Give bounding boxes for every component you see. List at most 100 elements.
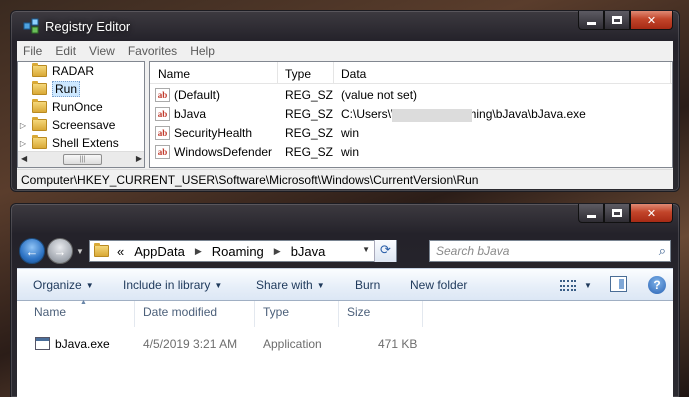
folder-icon: [32, 99, 47, 113]
include-in-library-button[interactable]: Include in library ▼: [123, 278, 222, 292]
breadcrumb-appdata[interactable]: AppData: [134, 244, 185, 259]
column-divider[interactable]: [277, 62, 278, 84]
column-type[interactable]: Type: [263, 305, 289, 319]
column-divider[interactable]: [338, 301, 339, 327]
back-button[interactable]: ←: [19, 238, 45, 264]
scroll-right-icon[interactable]: ▶: [136, 154, 142, 163]
maximize-button[interactable]: [604, 204, 630, 223]
tree-item-label: Run: [52, 81, 81, 97]
value-data: win: [341, 145, 360, 159]
menu-edit[interactable]: Edit: [55, 44, 76, 58]
sort-up-icon: ▲: [80, 299, 87, 306]
column-type[interactable]: Type: [285, 67, 311, 81]
title-bar[interactable]: Registry Editor ✕: [11, 11, 679, 41]
views-icon[interactable]: [560, 280, 576, 291]
tree-item-radar[interactable]: RADAR: [18, 62, 94, 80]
value-row[interactable]: ab SecurityHealth REG_SZ win: [150, 124, 672, 143]
folder-icon: [32, 135, 47, 149]
folder-icon: [32, 117, 47, 131]
string-value-icon: ab: [155, 126, 170, 140]
scroll-thumb[interactable]: |||: [63, 154, 102, 165]
string-value-icon: ab: [155, 107, 170, 121]
menu-favorites[interactable]: Favorites: [128, 44, 177, 58]
share-with-label: Share with: [256, 278, 313, 292]
forward-button[interactable]: →: [47, 238, 73, 264]
tree-item-label: Shell Extens: [52, 136, 119, 150]
address-bar[interactable]: « AppData ▶ Roaming ▶ bJava ▼ ⟳: [89, 240, 397, 262]
file-type: Application: [263, 337, 322, 351]
maximize-icon: [612, 16, 622, 24]
burn-button[interactable]: Burn: [355, 278, 380, 292]
column-name[interactable]: Name: [158, 67, 190, 81]
value-type: REG_SZ: [285, 107, 334, 121]
column-name[interactable]: Name: [34, 305, 66, 319]
tree-item-label: Screensave: [52, 118, 116, 132]
minimize-icon: [586, 214, 596, 218]
preview-pane-icon[interactable]: [610, 276, 627, 292]
breadcrumb-roaming[interactable]: Roaming: [212, 244, 264, 259]
column-date-modified[interactable]: Date modified: [143, 305, 217, 319]
registry-body: RADAR Run RunOnce ▷ Screensave ▷ Shell E…: [17, 60, 673, 169]
value-data: win: [341, 126, 360, 140]
window-title: Registry Editor: [45, 19, 131, 34]
share-with-button[interactable]: Share with ▼: [256, 278, 325, 292]
column-divider[interactable]: [422, 301, 423, 327]
close-button[interactable]: ✕: [630, 204, 673, 223]
maximize-button[interactable]: [604, 11, 630, 30]
column-divider[interactable]: [670, 62, 671, 84]
minimize-button[interactable]: [578, 204, 604, 223]
column-divider[interactable]: [134, 301, 135, 327]
scroll-left-icon[interactable]: ◀: [21, 154, 27, 163]
title-bar[interactable]: ✕: [11, 204, 679, 234]
value-type: REG_SZ: [285, 88, 334, 102]
breadcrumb-separator-icon[interactable]: ▶: [274, 246, 281, 257]
value-row[interactable]: ab WindowsDefender REG_SZ win: [150, 143, 672, 162]
value-type: REG_SZ: [285, 145, 334, 159]
new-folder-button[interactable]: New folder: [410, 278, 467, 292]
minimize-button[interactable]: [578, 11, 604, 30]
breadcrumb-bjava[interactable]: bJava: [291, 244, 326, 259]
key-tree[interactable]: RADAR Run RunOnce ▷ Screensave ▷ Shell E…: [17, 61, 145, 168]
menu-file[interactable]: File: [23, 44, 42, 58]
value-row[interactable]: ab (Default) REG_SZ (value not set): [150, 86, 672, 105]
value-row[interactable]: ab bJava REG_SZ C:\Users\ \AppData\Roamin…: [150, 105, 672, 124]
search-placeholder: Search bJava: [436, 244, 510, 258]
file-name: bJava.exe: [55, 337, 110, 351]
search-icon[interactable]: ⌕: [659, 243, 666, 259]
minimize-icon: [586, 21, 596, 25]
horizontal-scrollbar[interactable]: ◀ ||| ▶: [18, 151, 144, 167]
column-divider[interactable]: [333, 62, 334, 84]
refresh-button[interactable]: ⟳: [374, 240, 396, 262]
tree-expander[interactable]: ▷: [18, 121, 28, 130]
key-path: Computer\HKEY_CURRENT_USER\Software\Micr…: [21, 173, 479, 187]
close-button[interactable]: ✕: [630, 11, 673, 30]
recent-pages-dropdown[interactable]: ▼: [76, 247, 84, 256]
tree-item-label: RunOnce: [52, 100, 103, 114]
tree-item-screensave[interactable]: ▷ Screensave: [18, 116, 115, 134]
search-input[interactable]: Search bJava ⌕: [429, 240, 671, 262]
tree-item-runonce[interactable]: RunOnce: [18, 98, 103, 116]
value-data: (value not set): [341, 88, 417, 102]
column-size[interactable]: Size: [347, 305, 370, 319]
chevron-down-icon: ▼: [85, 281, 94, 290]
views-dropdown-icon[interactable]: ▼: [584, 281, 592, 290]
file-list[interactable]: ▲ Name Date modified Type Size bJava.exe…: [17, 299, 673, 397]
menu-view[interactable]: View: [89, 44, 115, 58]
breadcrumb-overflow[interactable]: «: [117, 244, 124, 259]
tree-item-shell-extensions[interactable]: ▷ Shell Extens: [18, 134, 119, 152]
redacted-username: [392, 109, 473, 122]
address-dropdown-icon[interactable]: ▼: [362, 245, 370, 254]
registry-editor-icon: [23, 18, 39, 34]
breadcrumb-separator-icon[interactable]: ▶: [195, 246, 202, 257]
values-list[interactable]: Name Type Data ab (Default) REG_SZ (valu…: [149, 61, 673, 168]
tree-expander[interactable]: ▷: [18, 139, 28, 148]
tree-item-run[interactable]: Run: [18, 80, 81, 98]
organize-label: Organize: [33, 278, 82, 292]
help-icon[interactable]: ?: [648, 276, 666, 294]
column-divider[interactable]: [254, 301, 255, 327]
value-name: WindowsDefender: [174, 145, 273, 159]
column-data[interactable]: Data: [341, 67, 366, 81]
close-icon: ✕: [646, 14, 657, 27]
organize-button[interactable]: Organize ▼: [33, 278, 94, 292]
menu-help[interactable]: Help: [190, 44, 215, 58]
